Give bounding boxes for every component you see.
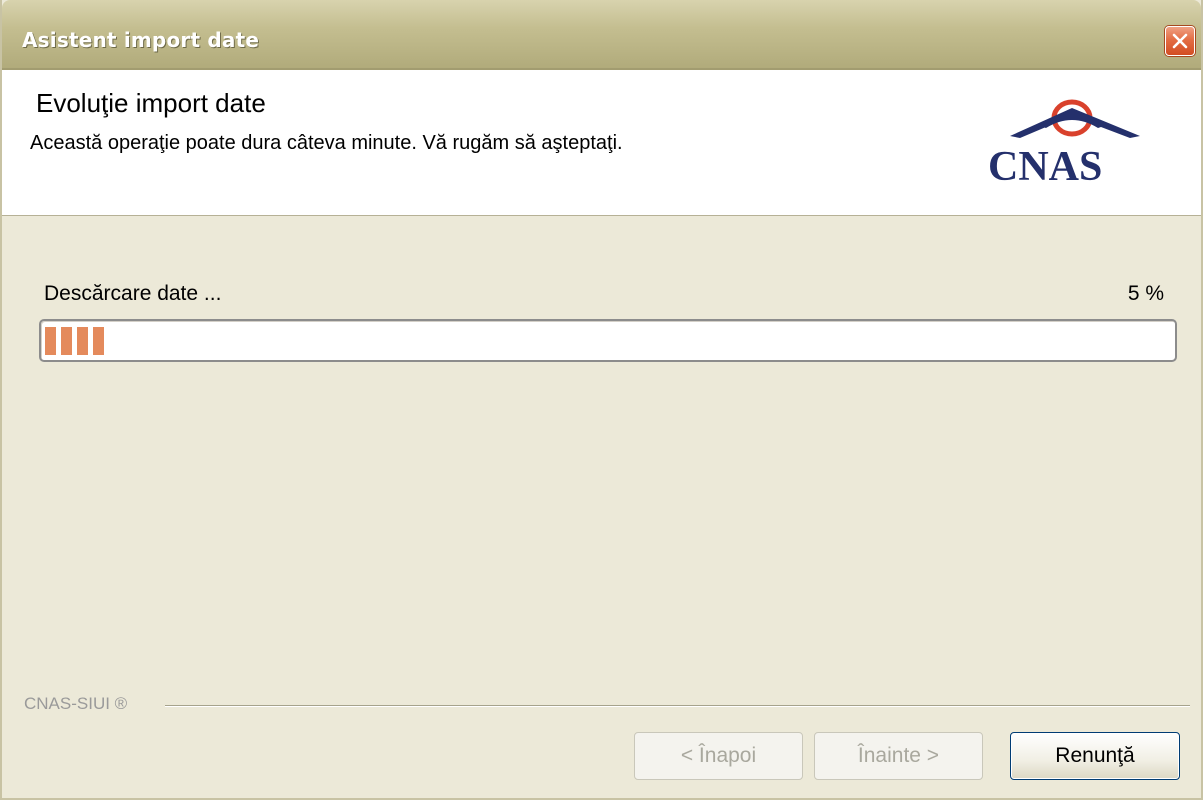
progress-segments xyxy=(45,327,104,355)
logo-text: CNAS xyxy=(988,144,1103,190)
footer-brand: CNAS-SIUI ® xyxy=(24,694,128,713)
progress-bar xyxy=(39,319,1177,362)
page-title: Evoluţie import date xyxy=(36,88,266,118)
progress-fill xyxy=(45,327,104,355)
next-button[interactable]: Înainte > xyxy=(814,732,983,780)
close-button[interactable] xyxy=(1165,26,1195,56)
progress-percent: 5 % xyxy=(1127,282,1164,305)
window-title: Asistent import date xyxy=(22,28,260,52)
back-button[interactable]: < Înapoi xyxy=(634,732,803,780)
wizard-window: Asistent import date Evoluţie import dat… xyxy=(0,0,1203,800)
cnas-logo: CNAS xyxy=(980,96,1165,191)
title-bar[interactable]: Asistent import date xyxy=(2,0,1201,70)
progress-label: Descărcare date ... xyxy=(44,282,222,305)
page-subtitle: Această operaţie poate dura câteva minut… xyxy=(30,132,623,154)
footer-divider xyxy=(165,705,1190,707)
close-icon xyxy=(1172,33,1188,49)
wizard-header: Evoluţie import date Această operaţie po… xyxy=(2,70,1201,216)
cancel-button[interactable]: Renunţă xyxy=(1010,732,1180,780)
